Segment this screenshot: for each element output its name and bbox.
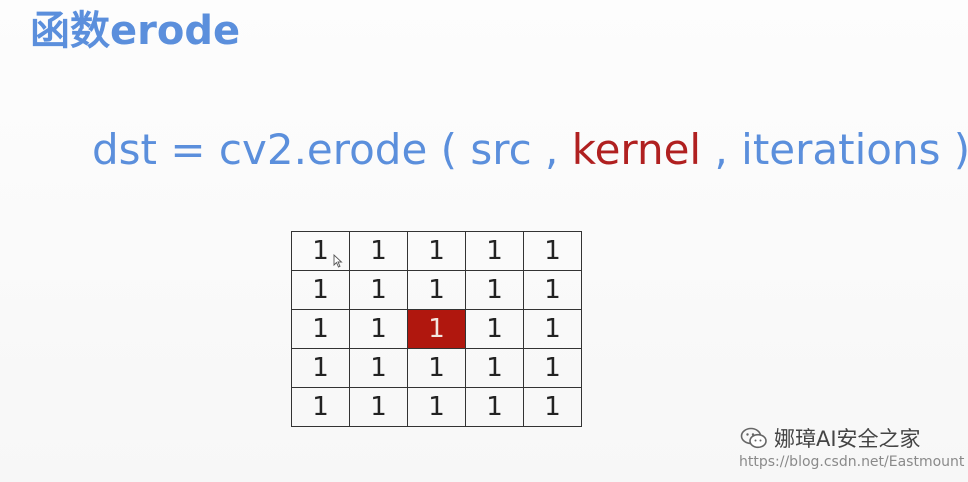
grid-cell: 1 <box>523 348 582 388</box>
grid-row: 11111 <box>291 387 582 427</box>
formula-kernel-keyword: kernel <box>571 125 702 174</box>
grid-cell: 1 <box>349 348 408 388</box>
grid-cell: 1 <box>291 387 350 427</box>
grid-cell: 1 <box>407 231 466 271</box>
formula-suffix: , iterations ) <box>701 125 968 174</box>
grid-cell: 1 <box>291 270 350 310</box>
watermark: 娜璋AI安全之家 <box>740 423 921 453</box>
grid-cell-anchor: 1 <box>407 309 466 349</box>
grid-cell: 1 <box>465 348 524 388</box>
grid-cell: 1 <box>523 270 582 310</box>
formula-prefix: dst = cv2.erode ( src , <box>92 125 572 174</box>
grid-cell: 1 <box>407 348 466 388</box>
grid-cell: 1 <box>523 309 582 349</box>
grid-row: 11111 <box>291 309 582 349</box>
grid-cell: 1 <box>465 309 524 349</box>
slide-title: 函数erode <box>30 8 241 54</box>
mouse-cursor-icon <box>333 254 343 268</box>
formula: dst = cv2.erode ( src , kernel , iterati… <box>92 124 968 176</box>
grid-cell: 1 <box>407 270 466 310</box>
grid-cell: 1 <box>465 270 524 310</box>
grid-cell: 1 <box>349 309 408 349</box>
grid-row: 11111 <box>291 270 582 310</box>
grid-cell: 1 <box>349 387 408 427</box>
wechat-icon <box>740 427 767 449</box>
grid-cell: 1 <box>523 231 582 271</box>
grid-cell: 1 <box>291 348 350 388</box>
grid-row: 11111 <box>291 348 582 388</box>
watermark-name: 娜璋AI安全之家 <box>774 427 921 451</box>
grid-cell: 1 <box>465 387 524 427</box>
grid-cell: 1 <box>291 309 350 349</box>
grid-cell: 1 <box>407 387 466 427</box>
slide: 函数erode dst = cv2.erode ( src , kernel ,… <box>0 0 968 482</box>
watermark-url: https://blog.csdn.net/Eastmount <box>739 454 965 470</box>
grid-cell: 1 <box>465 231 524 271</box>
grid-cell: 1 <box>349 270 408 310</box>
grid-cell: 1 <box>349 231 408 271</box>
grid-cell: 1 <box>523 387 582 427</box>
